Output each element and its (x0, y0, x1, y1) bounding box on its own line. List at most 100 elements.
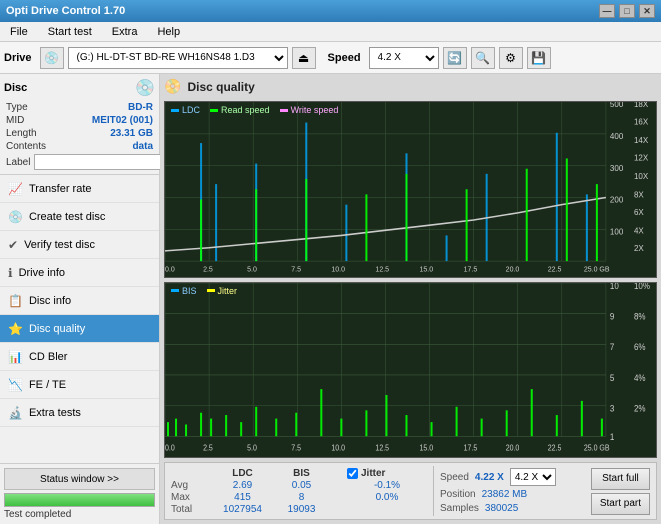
sidebar-item-disc-info[interactable]: 📋 Disc info (0, 287, 159, 315)
divider (433, 466, 434, 516)
menu-help[interactable]: Help (151, 24, 186, 40)
sidebar-item-drive-info[interactable]: ℹ Drive info (0, 259, 159, 287)
menu-extra[interactable]: Extra (106, 24, 144, 40)
menu-start-test[interactable]: Start test (42, 24, 98, 40)
sidebar-item-extra-tests[interactable]: 🔬 Extra tests (0, 399, 159, 427)
minimize-button[interactable]: — (599, 4, 615, 18)
bis-legend-dot (171, 289, 179, 292)
svg-text:25.0 GB: 25.0 GB (584, 442, 610, 452)
disc-section-title: Disc (4, 82, 27, 94)
disc-mid-label: MID (6, 115, 24, 126)
stats-bar: LDC BIS Jitter Avg 2.69 0.05 -0.1% Max (164, 462, 657, 520)
chart-bottom-svg: 10 9 7 5 3 1 10% 8% 6% 4% 2% (165, 283, 656, 458)
speed-stat-value: 4.22 X (475, 472, 504, 483)
svg-text:4X: 4X (634, 226, 644, 235)
svg-text:15.0: 15.0 (420, 442, 434, 452)
write-speed-legend-label: Write speed (291, 105, 339, 115)
svg-text:2.5: 2.5 (203, 265, 213, 273)
sidebar-item-label-verify: Verify test disc (24, 239, 95, 251)
panel-title-bar: 📀 Disc quality (164, 78, 657, 95)
disc-type-value: BD-R (128, 102, 153, 113)
sidebar-item-cd-bler[interactable]: 📊 CD Bler (0, 343, 159, 371)
svg-text:14X: 14X (634, 136, 649, 145)
sidebar-item-label-cd-bler: CD Bler (29, 351, 68, 363)
jitter-checkbox[interactable] (347, 468, 358, 479)
sidebar-item-fe-te[interactable]: 📉 FE / TE (0, 371, 159, 399)
drive-info-icon: ℹ (8, 266, 13, 280)
menu-bar: File Start test Extra Help (0, 22, 661, 42)
start-full-button[interactable]: Start full (591, 468, 650, 490)
avg-jitter: -0.1% (347, 480, 427, 491)
speed-select[interactable]: 4.2 X (369, 47, 439, 69)
speed-row: Speed 4.22 X 4.2 X (440, 468, 556, 486)
eject-button[interactable]: ⏏ (292, 47, 316, 69)
svg-text:5.0: 5.0 (247, 442, 257, 452)
scan-button[interactable]: 🔍 (471, 47, 495, 69)
svg-text:2.5: 2.5 (203, 442, 213, 452)
ldc-legend-label: LDC (182, 105, 200, 115)
sidebar-item-label-drive-info: Drive info (19, 267, 65, 279)
chart-top-legend: LDC Read speed Write speed (171, 105, 338, 115)
menu-file[interactable]: File (4, 24, 34, 40)
svg-text:100: 100 (610, 227, 624, 236)
disc-label-input[interactable] (34, 154, 172, 170)
start-part-button[interactable]: Start part (591, 493, 650, 515)
disc-length-value: 23.31 GB (110, 128, 153, 139)
stats-bis-header: BIS (274, 468, 329, 479)
sidebar-item-label-create-test: Create test disc (29, 211, 105, 223)
drive-select[interactable]: (G:) HL-DT-ST BD-RE WH16NS48 1.D3 (68, 47, 288, 69)
status-window-button[interactable]: Status window >> (4, 468, 155, 490)
svg-text:18X: 18X (634, 102, 649, 109)
fe-te-icon: 📉 (8, 378, 23, 392)
svg-text:12.5: 12.5 (375, 265, 389, 273)
status-text: Test completed (4, 509, 155, 520)
max-bis: 8 (274, 492, 329, 503)
disc-length-label: Length (6, 128, 37, 139)
main-layout: Disc 💿 Type BD-R MID MEIT02 (001) Length… (0, 74, 661, 524)
svg-text:2X: 2X (634, 244, 644, 253)
drive-icon-btn[interactable]: 💿 (40, 47, 64, 69)
sidebar-item-label-transfer-rate: Transfer rate (29, 183, 92, 195)
svg-text:10%: 10% (634, 283, 650, 291)
progress-bar-container (4, 493, 155, 507)
svg-text:17.5: 17.5 (464, 442, 478, 452)
save-button[interactable]: 💾 (527, 47, 551, 69)
total-space (333, 504, 343, 515)
chart-top: LDC Read speed Write speed (164, 101, 657, 278)
app-title: Opti Drive Control 1.70 (6, 5, 125, 17)
content-area: 📀 Disc quality LDC Read speed (160, 74, 661, 524)
sidebar-item-verify-test-disc[interactable]: ✔ Verify test disc (0, 231, 159, 259)
disc-contents-label: Contents (6, 141, 46, 152)
disc-quality-icon: ⭐ (8, 322, 23, 336)
svg-text:22.5: 22.5 (548, 442, 562, 452)
cd-bler-icon: 📊 (8, 350, 23, 364)
sidebar-item-disc-quality[interactable]: ⭐ Disc quality (0, 315, 159, 343)
total-jitter (347, 504, 427, 515)
window-controls[interactable]: — □ ✕ (599, 4, 655, 18)
svg-text:16X: 16X (634, 117, 649, 126)
close-button[interactable]: ✕ (639, 4, 655, 18)
nav-items: 📈 Transfer rate 💿 Create test disc ✔ Ver… (0, 175, 159, 463)
ldc-legend-dot (171, 109, 179, 112)
avg-space (333, 480, 343, 491)
sidebar-item-create-test-disc[interactable]: 💿 Create test disc (0, 203, 159, 231)
speed-select-dropdown[interactable]: 4.2 X (510, 468, 556, 486)
sidebar-item-transfer-rate[interactable]: 📈 Transfer rate (0, 175, 159, 203)
refresh-button[interactable]: 🔄 (443, 47, 467, 69)
samples-row: Samples 380025 (440, 503, 556, 514)
disc-mid-row: MID MEIT02 (001) (4, 115, 155, 126)
chart-top-svg: 500 400 300 200 100 18X 16X 14X 12X 10X … (165, 102, 656, 277)
avg-bis: 0.05 (274, 480, 329, 491)
svg-text:300: 300 (610, 164, 624, 173)
svg-text:7: 7 (610, 341, 615, 352)
max-space (333, 492, 343, 503)
legend-write-speed: Write speed (280, 105, 339, 115)
svg-text:17.5: 17.5 (464, 265, 478, 273)
settings-button[interactable]: ⚙ (499, 47, 523, 69)
legend-bis: BIS (171, 286, 197, 296)
maximize-button[interactable]: □ (619, 4, 635, 18)
disc-contents-row: Contents data (4, 141, 155, 152)
toolbar: Drive 💿 (G:) HL-DT-ST BD-RE WH16NS48 1.D… (0, 42, 661, 74)
svg-text:15.0: 15.0 (420, 265, 434, 273)
max-ldc: 415 (215, 492, 270, 503)
